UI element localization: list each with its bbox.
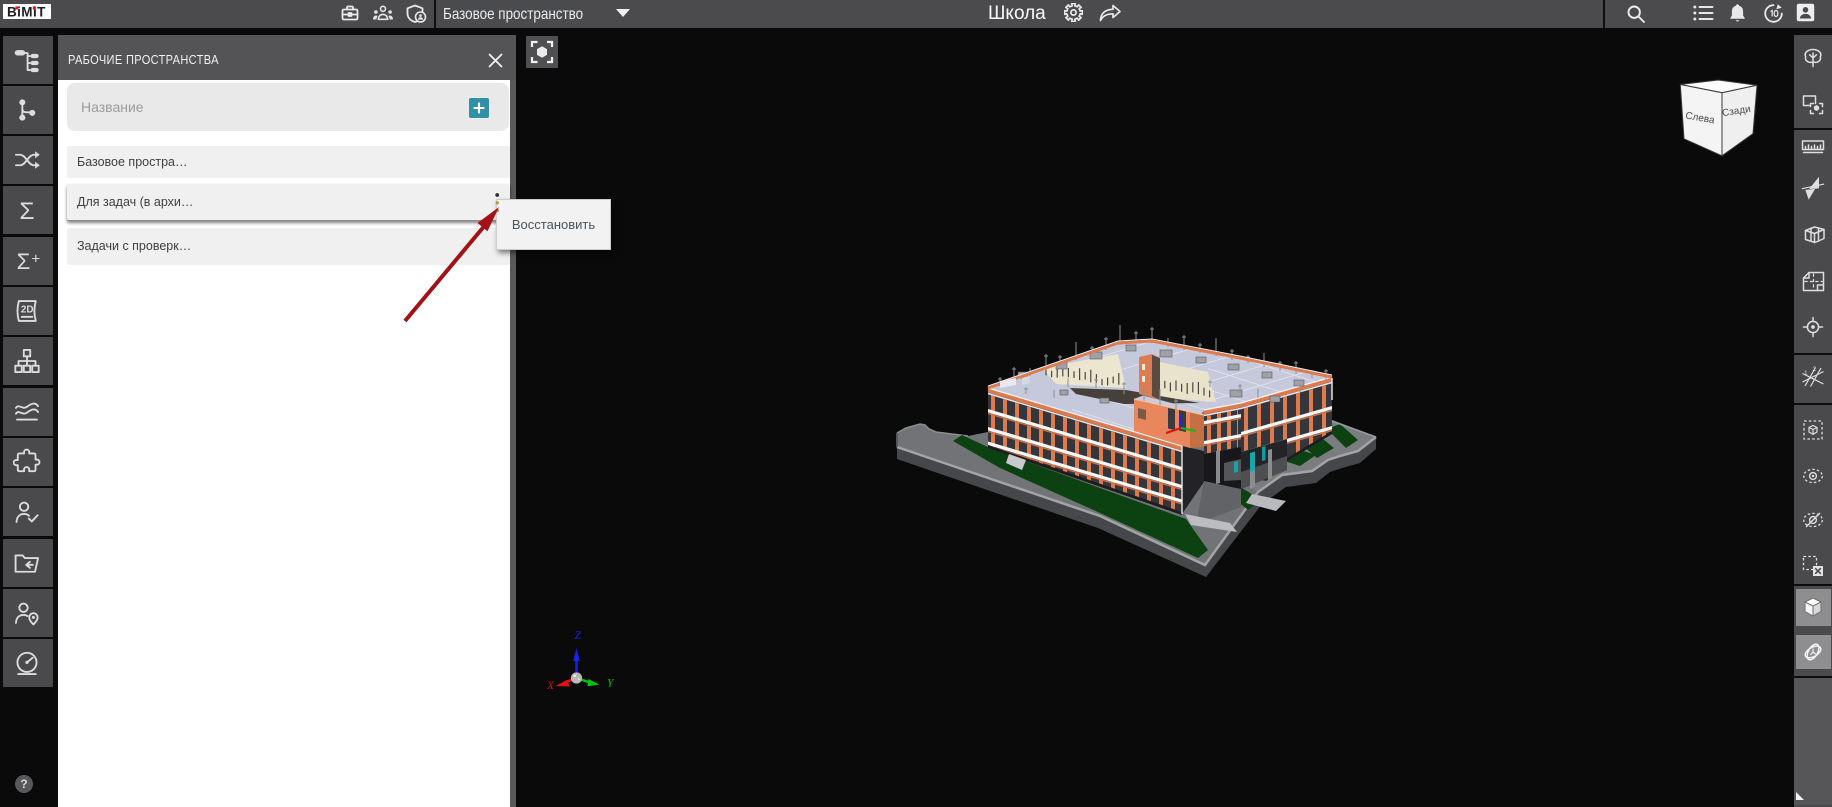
svg-text:X: X (546, 680, 555, 692)
svg-text:Z: Z (575, 630, 582, 642)
svg-text:+: + (31, 250, 40, 267)
svg-text:2: 2 (1813, 366, 1817, 373)
svg-text:Y: Y (607, 678, 615, 690)
svg-text:Σ: Σ (19, 198, 34, 224)
svg-text:2D: 2D (21, 305, 34, 316)
svg-text:Σ: Σ (17, 249, 31, 274)
svg-text:1: 1 (1804, 370, 1808, 377)
svg-text:BiMiT: BiMiT (7, 4, 46, 19)
